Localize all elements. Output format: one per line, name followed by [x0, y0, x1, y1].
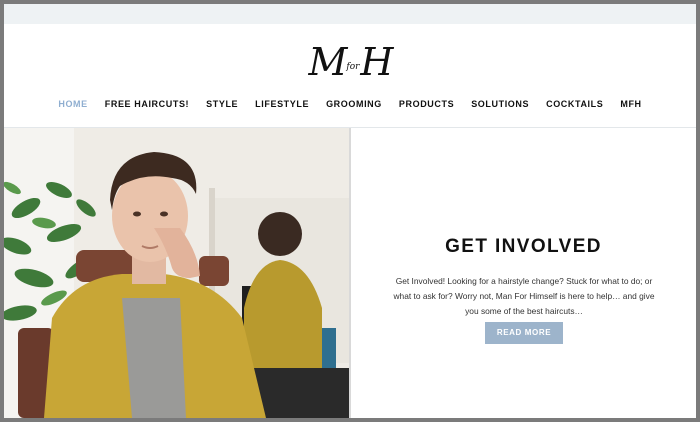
top-bar — [4, 4, 696, 24]
hero-photo-illustration — [4, 128, 349, 418]
nav-item-grooming[interactable]: GROOMING — [318, 96, 391, 112]
logo-for: for — [346, 62, 360, 72]
site-logo[interactable]: MforH — [4, 40, 696, 84]
nav-item-solutions[interactable]: SOLUTIONS — [463, 96, 538, 112]
nav-item-mfh[interactable]: MFH — [612, 96, 650, 112]
nav-item-style[interactable]: STYLE — [198, 96, 247, 112]
nav-item-products[interactable]: PRODUCTS — [390, 96, 462, 112]
main-nav: HOME FREE HAIRCUTS! STYLE LIFESTYLE GROO… — [4, 96, 696, 112]
logo-letter-m: M — [308, 40, 347, 84]
nav-item-cocktails[interactable]: COCKTAILS — [538, 96, 612, 112]
read-more-button[interactable]: READ MORE — [485, 322, 563, 344]
feature-panel: GET INVOLVED Get Involved! Looking for a… — [349, 128, 696, 418]
logo-letter-h: H — [360, 40, 393, 84]
nav-item-free-haircuts[interactable]: FREE HAIRCUTS! — [96, 96, 197, 112]
feature-title: GET INVOLVED — [445, 236, 602, 257]
logo-mark[interactable]: MforH — [308, 40, 393, 95]
nav-item-home[interactable]: HOME — [50, 96, 96, 112]
browser-viewport: MforH HOME FREE HAIRCUTS! STYLE LIFESTYL… — [4, 4, 696, 418]
hero-image[interactable] — [4, 128, 349, 418]
feature-description: Get Involved! Looking for a hairstyle ch… — [393, 276, 655, 316]
nav-item-lifestyle[interactable]: LIFESTYLE — [247, 96, 318, 112]
